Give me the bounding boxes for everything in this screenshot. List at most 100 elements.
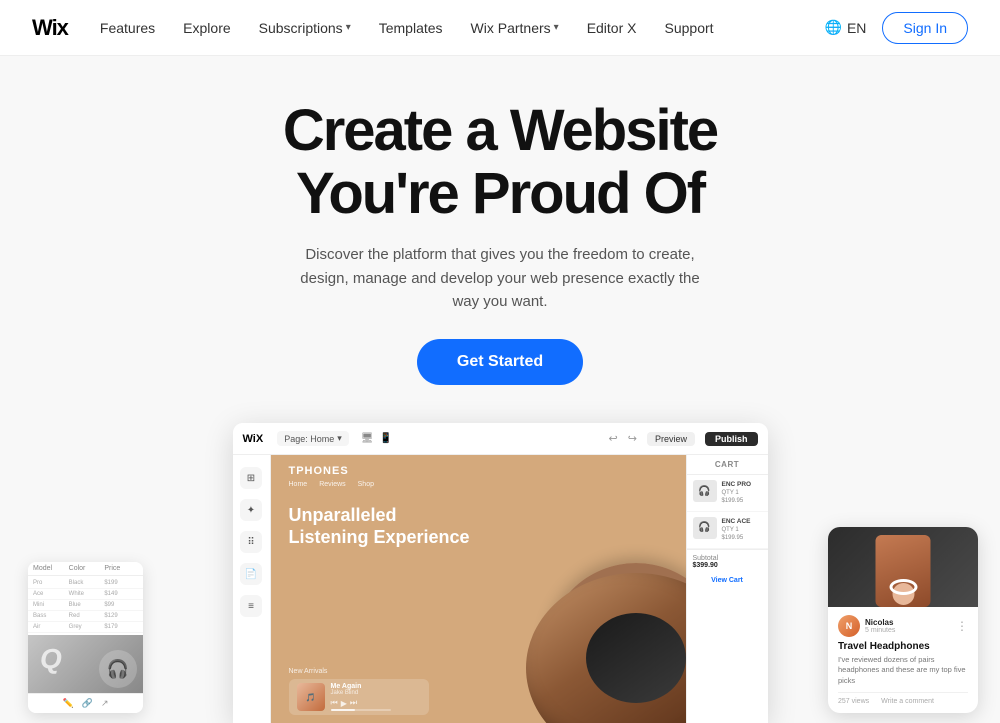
left-card-header: Model Color Price (28, 562, 143, 576)
chevron-down-icon: ▾ (554, 22, 559, 33)
card-description: I've reviewed dozens of pairs headphones… (838, 655, 968, 687)
chevron-down-icon: ▾ (346, 22, 351, 33)
share-icon[interactable]: ↗ (101, 698, 109, 709)
editor-right-panel: CART 🎧 ENC PRO QTY 1 $199.95 🎧 ENC ACE (686, 455, 768, 723)
person-head (892, 583, 914, 605)
nav-features[interactable]: Features (100, 20, 155, 36)
preview-button[interactable]: Preview (647, 432, 695, 446)
table-row: ProBlack$199 (28, 578, 143, 589)
preview-area: Model Color Price ProBlack$199 AceWhite$… (0, 413, 1000, 723)
layers-icon[interactable]: ≡ (240, 595, 262, 617)
card-title: Travel Headphones (838, 641, 968, 652)
track-controls: ⏮ ▶ ⏭ (331, 698, 421, 708)
person-image (876, 535, 931, 607)
write-comment-link[interactable]: Write a comment (881, 698, 934, 705)
table-row: BassRed$129 (28, 611, 143, 622)
editor-sidebar: ⊞ ✦ ⠿ 📄 ≡ (233, 455, 271, 723)
mobile-icon[interactable]: 📱 (379, 433, 391, 444)
page-selector[interactable]: Page: Home ▾ (277, 431, 349, 446)
sign-in-button[interactable]: Sign In (882, 12, 968, 44)
track-name: Me Again (331, 683, 421, 690)
add-element-icon[interactable]: ⊞ (240, 467, 262, 489)
pages-icon[interactable]: 📄 (240, 563, 262, 585)
cart-header: CART (687, 455, 768, 475)
get-started-button[interactable]: Get Started (417, 339, 583, 385)
cart-subtotal: Subtotal $399.90 (687, 549, 768, 574)
track-artist: Jake Blind (331, 690, 421, 696)
view-count: 257 views (838, 698, 869, 705)
new-arrivals-section: New Arrivals 🎵 Me Again Jake Blind ⏮ ▶ ⏭ (289, 668, 429, 715)
hero-subtitle: Discover the platform that gives you the… (290, 243, 710, 313)
canvas-brand: TPHONES (289, 465, 349, 477)
editor-logo: WiX (243, 433, 264, 445)
chevron-down-icon: ▾ (337, 433, 342, 444)
post-time: 5 minutes (865, 627, 951, 634)
left-card-rows: ProBlack$199 AceWhite$149 MiniBlue$99 Ba… (28, 576, 143, 635)
prev-icon[interactable]: ⏮ (331, 698, 338, 708)
table-row: MiniBlue$99 (28, 600, 143, 611)
undo-icon[interactable]: ↩ (609, 432, 618, 445)
cart-item: 🎧 ENC ACE QTY 1 $199.95 (687, 512, 768, 549)
edit-icon[interactable]: ✏️ (63, 698, 74, 709)
hero-section: Create a Website You're Proud Of Discove… (0, 56, 1000, 723)
desktop-icon[interactable]: 🖥 (361, 433, 374, 444)
user-name: Nicolas (865, 618, 951, 627)
cart-item: 🎧 ENC PRO QTY 1 $199.95 (687, 475, 768, 512)
nav-links: Features Explore Subscriptions ▾ Templat… (100, 20, 825, 36)
table-row: AirGrey$179 (28, 622, 143, 633)
globe-icon: 🌐 (825, 19, 842, 36)
apps-icon[interactable]: ⠿ (240, 531, 262, 553)
link-icon[interactable]: 🔗 (82, 698, 93, 709)
track-progress-fill (331, 709, 355, 711)
editor-mockup: WiX Page: Home ▾ 🖥 📱 ↩ ↪ Preview Publish (233, 423, 768, 723)
nav-templates[interactable]: Templates (379, 20, 443, 36)
canvas-headphone-visual (446, 513, 686, 723)
headphone-inner (586, 613, 686, 703)
wix-logo[interactable]: Wix (32, 15, 68, 41)
editor-canvas: TPHONES Home Reviews Shop Unparalleled L… (271, 455, 686, 723)
nav-editor-x[interactable]: Editor X (587, 20, 637, 36)
navbar: Wix Features Explore Subscriptions ▾ Tem… (0, 0, 1000, 56)
person-headphone (889, 579, 917, 595)
redo-icon[interactable]: ↪ (628, 432, 637, 445)
user-info: Nicolas 5 minutes (865, 618, 951, 634)
view-cart-link[interactable]: View Cart (687, 574, 768, 587)
cart-item-info: ENC PRO QTY 1 $199.95 (722, 480, 752, 506)
play-icon[interactable]: ▶ (341, 699, 347, 708)
nav-explore[interactable]: Explore (183, 20, 230, 36)
new-arrivals-label: New Arrivals (289, 668, 429, 675)
right-card-body: N Nicolas 5 minutes ⋮ Travel Headphones … (828, 607, 978, 714)
nav-wix-partners[interactable]: Wix Partners ▾ (471, 20, 559, 36)
right-card-user: N Nicolas 5 minutes ⋮ (838, 615, 968, 637)
left-card-toolbar: ✏️ 🔗 ↗ (28, 693, 143, 713)
canvas-nav: Home Reviews Shop (289, 481, 375, 488)
cart-item-image: 🎧 (693, 517, 717, 539)
hero-title: Create a Website You're Proud Of (283, 100, 717, 225)
card-stats: 257 views Write a comment (838, 692, 968, 705)
canvas-headline: Unparalleled Listening Experience (289, 505, 470, 548)
editor-topbar: WiX Page: Home ▾ 🖥 📱 ↩ ↪ Preview Publish (233, 423, 768, 455)
media-icon[interactable]: ✦ (240, 499, 262, 521)
editor-topbar-right: ↩ ↪ Preview Publish (609, 432, 758, 446)
right-floating-card: N Nicolas 5 minutes ⋮ Travel Headphones … (828, 527, 978, 714)
more-options-icon[interactable]: ⋮ (956, 619, 968, 633)
decorative-letter: Q (40, 643, 62, 675)
track-progress-bar (331, 709, 391, 711)
cart-item-image: 🎧 (693, 480, 717, 502)
nav-support[interactable]: Support (665, 20, 714, 36)
nav-right: 🌐 EN Sign In (825, 12, 968, 44)
cart-item-info: ENC ACE QTY 1 $199.95 (722, 517, 751, 543)
device-icons: 🖥 📱 (361, 433, 392, 444)
track-card: 🎵 Me Again Jake Blind ⏮ ▶ ⏭ (289, 679, 429, 715)
avatar: N (838, 615, 860, 637)
nav-subscriptions[interactable]: Subscriptions ▾ (259, 20, 351, 36)
track-thumbnail: 🎵 (297, 683, 325, 711)
editor-body: ⊞ ✦ ⠿ 📄 ≡ TPHONES Home Reviews Shop Unpa (233, 455, 768, 723)
publish-button[interactable]: Publish (705, 432, 758, 446)
left-floating-card: Model Color Price ProBlack$199 AceWhite$… (28, 562, 143, 713)
left-card-image: Q 🎧 (28, 635, 143, 693)
track-info: Me Again Jake Blind ⏮ ▶ ⏭ (331, 683, 421, 711)
language-selector[interactable]: 🌐 EN (825, 19, 867, 36)
table-row: AceWhite$149 (28, 589, 143, 600)
next-icon[interactable]: ⏭ (350, 698, 357, 708)
